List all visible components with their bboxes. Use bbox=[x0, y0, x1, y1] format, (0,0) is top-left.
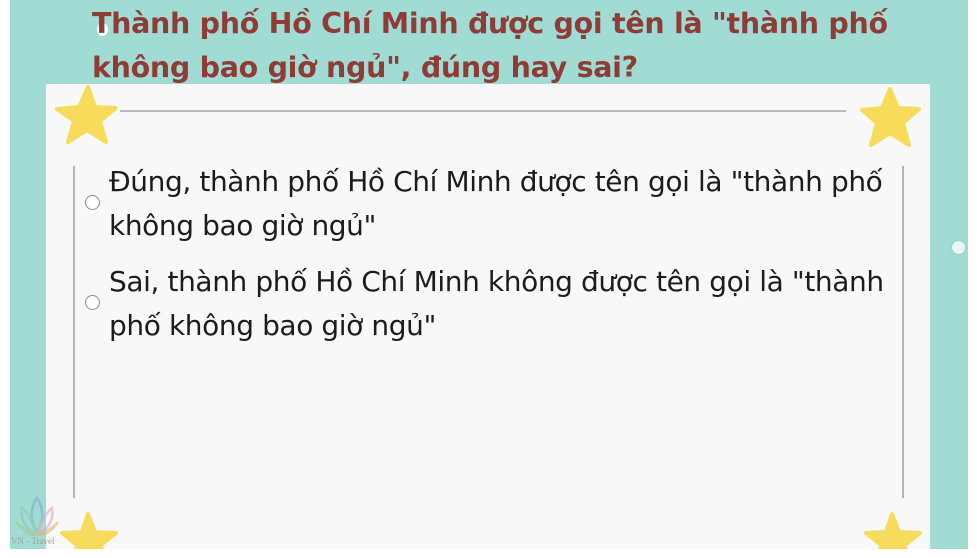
question-title: Thành phố Hồ Chí Minh được gọi tên là "t… bbox=[92, 7, 888, 84]
star-icon bbox=[860, 87, 921, 147]
next-slide-dot[interactable] bbox=[952, 241, 965, 254]
star-icon bbox=[60, 512, 118, 552]
question-divider bbox=[120, 110, 846, 112]
option-true-radio[interactable] bbox=[85, 195, 100, 210]
option-false-radio[interactable] bbox=[85, 295, 100, 310]
star-icon bbox=[55, 85, 117, 144]
option-true[interactable]: Đúng, thành phố Hồ Chí Minh được tên gọi… bbox=[84, 160, 894, 248]
watermark-text: VN - Travel bbox=[11, 536, 55, 546]
option-true-label[interactable]: Đúng, thành phố Hồ Chí Minh được tên gọi… bbox=[109, 160, 894, 248]
answer-options: Đúng, thành phố Hồ Chí Minh được tên gọi… bbox=[84, 160, 894, 348]
options-left-border bbox=[73, 166, 75, 498]
page-bottom-edge bbox=[0, 549, 977, 558]
star-icon bbox=[864, 512, 922, 552]
option-false[interactable]: Sai, thành phố Hồ Chí Minh không được tê… bbox=[84, 260, 894, 348]
options-right-border bbox=[902, 166, 904, 498]
option-false-label[interactable]: Sai, thành phố Hồ Chí Minh không được tê… bbox=[109, 260, 894, 348]
